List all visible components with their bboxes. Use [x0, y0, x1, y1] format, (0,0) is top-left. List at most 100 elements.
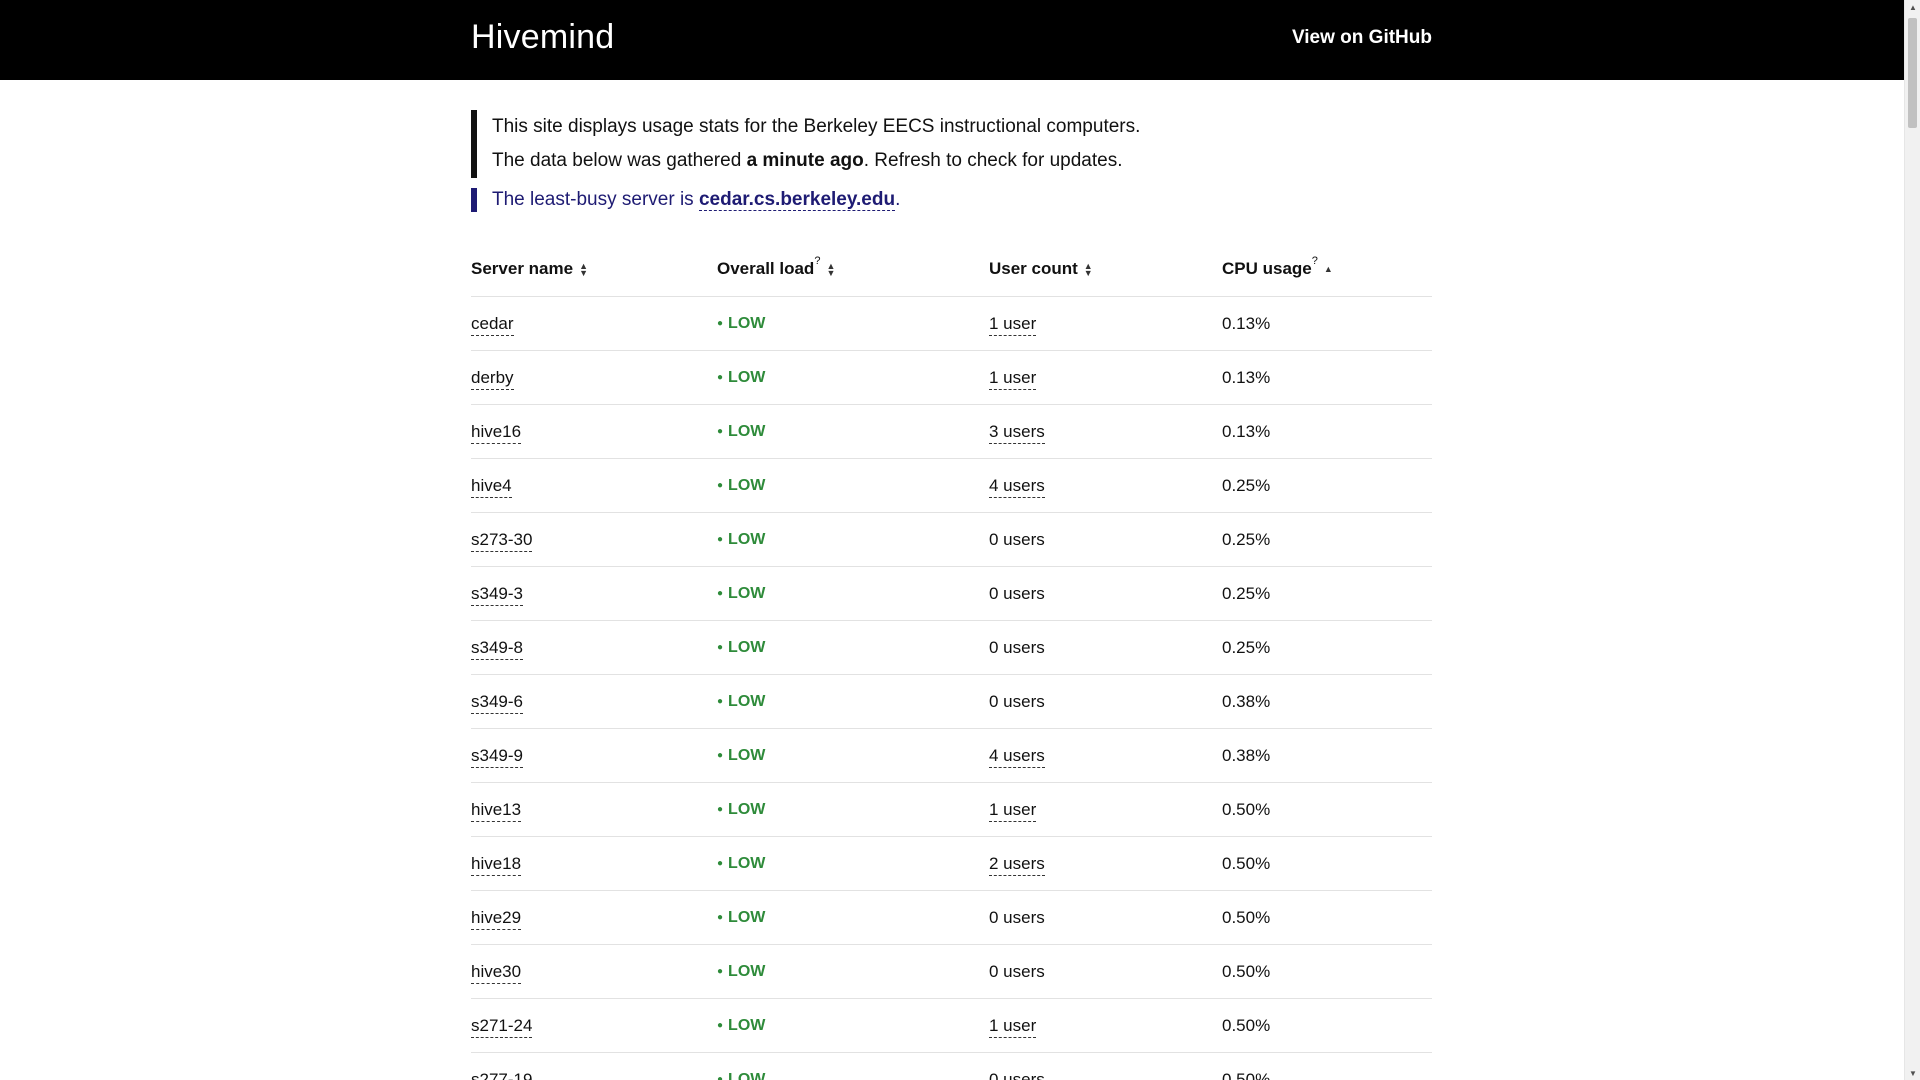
- user-count-cell: 1 user: [989, 998, 1222, 1053]
- user-count-cell: 0 users: [989, 944, 1222, 999]
- user-count-link[interactable]: 1 user: [989, 799, 1037, 822]
- overall-load-cell: ● LOW: [717, 296, 989, 351]
- user-count: 0 users: [989, 637, 1045, 657]
- table-row: hive13 ● LOW 1 user 0.50%: [471, 782, 1432, 837]
- overall-load-cell: ● LOW: [717, 512, 989, 567]
- load-level: LOW: [728, 908, 766, 926]
- github-link[interactable]: View on GitHub: [1292, 27, 1432, 49]
- server-name-link[interactable]: hive18: [471, 853, 522, 876]
- updated-time: a minute ago: [746, 150, 864, 171]
- status-dot-icon: ●: [717, 425, 724, 437]
- status-dot-icon: ●: [717, 479, 724, 491]
- status-dot-icon: ●: [717, 857, 724, 869]
- status-dot-icon: ●: [717, 317, 724, 329]
- help-icon[interactable]: ?: [814, 255, 820, 267]
- server-name-link[interactable]: cedar: [471, 313, 514, 336]
- user-count-cell: 1 user: [989, 782, 1222, 837]
- status-dot-icon: ●: [717, 371, 724, 383]
- load-level: LOW: [728, 476, 766, 494]
- user-count-link[interactable]: 1 user: [989, 313, 1037, 336]
- load-level: LOW: [728, 422, 766, 440]
- overall-load-cell: ● LOW: [717, 1052, 989, 1080]
- least-busy-server-link[interactable]: cedar.cs.berkeley.edu: [698, 189, 896, 211]
- status-dot-icon: ●: [717, 911, 724, 923]
- user-count: 0 users: [989, 583, 1045, 603]
- table-row: s271-24 ● LOW 1 user 0.50%: [471, 998, 1432, 1053]
- scrollbar-thumb[interactable]: [1908, 18, 1917, 128]
- intro-line-1: This site displays usage stats for the B…: [492, 116, 1141, 137]
- intro-line-2: The data below was gathered a minute ago…: [492, 144, 1432, 178]
- page: Hivemind View on GitHub This site displa…: [0, 0, 1920, 1080]
- user-count-link[interactable]: 1 user: [989, 1015, 1037, 1038]
- load-level: LOW: [728, 1016, 766, 1034]
- cpu-usage-cell: 0.38%: [1222, 728, 1432, 783]
- main-content: This site displays usage stats for the B…: [471, 80, 1432, 1080]
- table-row: hive30 ● LOW 0 users 0.50%: [471, 944, 1432, 999]
- server-name-link[interactable]: hive13: [471, 799, 522, 822]
- table-row: hive29 ● LOW 0 users 0.50%: [471, 890, 1432, 945]
- header-user-count-label: User count: [989, 259, 1078, 278]
- user-count: 0 users: [989, 529, 1045, 549]
- server-name-link[interactable]: s271-24: [471, 1015, 533, 1038]
- header-overall-load-label: Overall load: [717, 259, 815, 278]
- load-level: LOW: [728, 638, 766, 656]
- server-name-cell: cedar: [471, 296, 717, 351]
- help-icon[interactable]: ?: [1312, 255, 1318, 267]
- server-name-link[interactable]: hive16: [471, 421, 522, 444]
- server-name-link[interactable]: s349-6: [471, 691, 523, 714]
- server-name-link[interactable]: hive29: [471, 907, 522, 930]
- overall-load-cell: ● LOW: [717, 944, 989, 999]
- status-dot-icon: ●: [717, 803, 724, 815]
- header-overall-load[interactable]: Overall load? ▲ ▼: [717, 242, 989, 297]
- server-name-link[interactable]: derby: [471, 367, 514, 390]
- user-count-cell: 0 users: [989, 890, 1222, 945]
- overall-load-cell: ● LOW: [717, 350, 989, 405]
- top-nav-bar: Hivemind View on GitHub: [0, 0, 1904, 80]
- table-row: s349-9 ● LOW 4 users 0.38%: [471, 728, 1432, 783]
- server-name-link[interactable]: s349-9: [471, 745, 523, 768]
- user-count-link[interactable]: 3 users: [989, 421, 1045, 444]
- table-row: cedar ● LOW 1 user 0.13%: [471, 296, 1432, 351]
- server-name-link[interactable]: s349-3: [471, 583, 523, 606]
- table-row: s277-19 ● LOW 0 users 0.50%: [471, 1052, 1432, 1080]
- header-server-name[interactable]: Server name ▲ ▼: [471, 242, 717, 297]
- status-dot-icon: ●: [717, 1019, 724, 1031]
- table-header-row: Server name ▲ ▼ Overall load? ▲ ▼ User count…: [471, 242, 1432, 297]
- overall-load-cell: ● LOW: [717, 782, 989, 837]
- sort-asc-icon: ▲: [1323, 264, 1333, 275]
- user-count: 0 users: [989, 691, 1045, 711]
- least-busy-prefix: The least-busy server is: [492, 189, 699, 210]
- server-name-cell: s349-8: [471, 620, 717, 675]
- header-user-count[interactable]: User count ▲ ▼: [989, 242, 1222, 297]
- user-count-link[interactable]: 2 users: [989, 853, 1045, 876]
- server-name-link[interactable]: hive30: [471, 961, 522, 984]
- overall-load-cell: ● LOW: [717, 728, 989, 783]
- user-count-link[interactable]: 4 users: [989, 475, 1045, 498]
- status-dot-icon: ●: [717, 695, 724, 707]
- server-name-cell: s273-30: [471, 512, 717, 567]
- cpu-usage-cell: 0.50%: [1222, 944, 1432, 999]
- overall-load-cell: ● LOW: [717, 566, 989, 621]
- scroll-down-arrow-icon[interactable]: ▼: [1905, 1066, 1920, 1080]
- server-table: Server name ▲ ▼ Overall load? ▲ ▼ User count…: [471, 242, 1432, 1080]
- server-name-link[interactable]: hive4: [471, 475, 512, 498]
- server-name-link[interactable]: s349-8: [471, 637, 523, 660]
- user-count-link[interactable]: 4 users: [989, 745, 1045, 768]
- least-busy-suffix: .: [895, 189, 901, 210]
- user-count-link[interactable]: 1 user: [989, 367, 1037, 390]
- scroll-up-arrow-icon[interactable]: ▲: [1905, 0, 1920, 14]
- header-cpu-usage[interactable]: CPU usage? ▲: [1222, 242, 1432, 297]
- user-count: 0 users: [989, 907, 1045, 927]
- cpu-usage-cell: 0.50%: [1222, 782, 1432, 837]
- vertical-scrollbar[interactable]: ▲ ▼: [1904, 0, 1920, 1080]
- server-name-cell: s277-19: [471, 1052, 717, 1080]
- user-count-cell: 0 users: [989, 566, 1222, 621]
- load-level: LOW: [728, 746, 766, 764]
- user-count: 0 users: [989, 961, 1045, 981]
- user-count-cell: 3 users: [989, 404, 1222, 459]
- site-title[interactable]: Hivemind: [471, 18, 614, 57]
- server-name-link[interactable]: s273-30: [471, 529, 533, 552]
- server-name-cell: derby: [471, 350, 717, 405]
- server-name-cell: s349-9: [471, 728, 717, 783]
- server-name-link[interactable]: s277-19: [471, 1069, 533, 1080]
